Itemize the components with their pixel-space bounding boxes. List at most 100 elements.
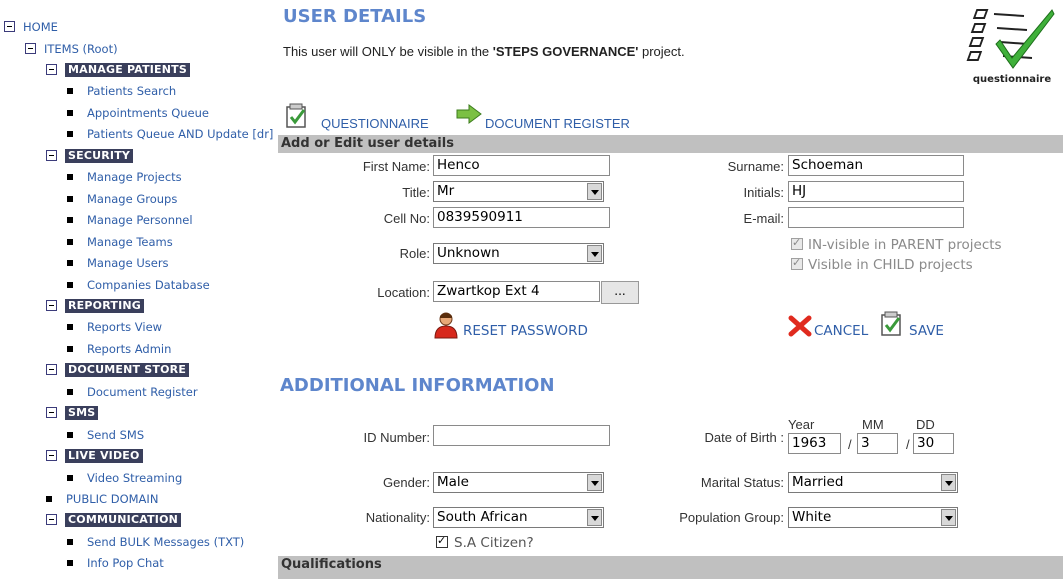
questionnaire-icon[interactable] xyxy=(285,103,309,129)
bullet-icon xyxy=(67,282,73,288)
sa-citizen-checkbox[interactable] xyxy=(436,534,448,548)
tree-group-title[interactable]: MANAGE PATIENTS xyxy=(65,63,191,77)
marital-status-select-value: Married xyxy=(792,474,844,490)
dob-year-input[interactable]: 1963 xyxy=(788,433,841,454)
day-label: DD xyxy=(916,417,935,432)
tree-item-label[interactable]: Reports Admin xyxy=(87,341,171,357)
tree-item-label[interactable]: Info Pop Chat xyxy=(87,555,164,571)
year-label: Year xyxy=(788,417,815,432)
population-group-select[interactable]: White xyxy=(788,507,958,528)
tree-item-label[interactable]: Manage Users xyxy=(87,255,169,271)
tree-item-label[interactable]: Patients Search xyxy=(87,83,176,99)
sa-citizen-label: S.A Citizen? xyxy=(454,535,534,551)
cancel-button[interactable]: CANCEL xyxy=(814,323,868,339)
save-icon[interactable] xyxy=(880,311,904,337)
tree-link-items-root[interactable]: ITEMS (Root) xyxy=(44,41,118,57)
collapse-icon[interactable] xyxy=(25,43,36,54)
month-label: MM xyxy=(862,417,884,432)
bullet-icon xyxy=(67,174,73,180)
tree-item-label[interactable]: Manage Personnel xyxy=(87,212,193,228)
tree-item-label[interactable]: Manage Groups xyxy=(87,191,177,207)
title-label: Title: xyxy=(402,185,430,200)
cell-no-input[interactable]: 0839590911 xyxy=(433,207,610,228)
tree-item-label[interactable]: Document Register xyxy=(87,384,198,400)
tree-item-label[interactable]: Companies Database xyxy=(87,277,210,293)
tree-group-title[interactable]: REPORTING xyxy=(65,299,145,313)
dob-separator: / xyxy=(848,437,852,452)
user-reset-icon[interactable] xyxy=(433,311,459,339)
email-label: E-mail: xyxy=(743,211,784,226)
chevron-down-icon[interactable] xyxy=(941,474,956,491)
collapse-icon[interactable] xyxy=(46,407,57,418)
tree-item-label[interactable]: PUBLIC DOMAIN xyxy=(66,491,158,507)
bullet-icon xyxy=(67,432,73,438)
bullet-icon xyxy=(67,346,73,352)
user-details-section-header: Add or Edit user details xyxy=(278,135,1063,153)
chevron-down-icon[interactable] xyxy=(941,509,956,526)
initials-input[interactable]: HJ xyxy=(788,181,964,202)
tree-item-label[interactable]: Video Streaming xyxy=(87,470,182,486)
tree-group-title[interactable]: COMMUNICATION xyxy=(65,513,182,527)
gender-select[interactable]: Male xyxy=(433,472,604,493)
visible-in-child-checkbox[interactable] xyxy=(791,256,803,270)
tree-item-label[interactable]: Send BULK Messages (TXT) xyxy=(87,534,244,550)
id-number-input[interactable] xyxy=(433,425,610,446)
tree-item-label[interactable]: Manage Projects xyxy=(87,169,182,185)
bullet-icon xyxy=(46,496,52,502)
population-group-select-value: White xyxy=(792,509,832,525)
marital-status-select[interactable]: Married xyxy=(788,472,958,493)
collapse-icon[interactable] xyxy=(46,150,57,161)
chevron-down-icon[interactable] xyxy=(587,183,602,200)
tree-item-label[interactable]: Patients Queue AND Update [dr] xyxy=(87,126,273,142)
tree-link-home[interactable]: HOME xyxy=(23,19,58,35)
email-input[interactable] xyxy=(788,207,964,228)
dob-day-input[interactable]: 30 xyxy=(913,433,954,454)
chevron-down-icon[interactable] xyxy=(587,509,602,526)
bullet-icon xyxy=(67,260,73,266)
first-name-input[interactable]: Henco xyxy=(433,155,610,176)
surname-input[interactable]: Schoeman xyxy=(788,155,964,176)
chevron-down-icon[interactable] xyxy=(587,245,602,262)
cancel-x-icon[interactable] xyxy=(788,315,812,337)
initials-label: Initials: xyxy=(743,185,784,200)
bullet-icon xyxy=(67,217,73,223)
title-select[interactable]: Mr xyxy=(433,181,604,202)
tree-item-label[interactable]: Manage Teams xyxy=(87,234,173,250)
bullet-icon xyxy=(67,539,73,545)
role-select[interactable]: Unknown xyxy=(433,243,604,264)
location-input[interactable]: Zwartkop Ext 4 xyxy=(433,281,600,302)
collapse-icon[interactable] xyxy=(46,514,57,525)
tree-group-title[interactable]: DOCUMENT STORE xyxy=(65,363,190,377)
save-button[interactable]: SAVE xyxy=(909,323,944,339)
role-select-value: Unknown xyxy=(437,245,500,261)
nav-questionnaire-link[interactable]: QUESTIONNAIRE xyxy=(321,116,429,131)
marital-status-label: Marital Status: xyxy=(700,475,784,490)
date-of-birth-label: Date of Birth : xyxy=(704,430,784,445)
collapse-icon[interactable] xyxy=(4,21,15,32)
collapse-icon[interactable] xyxy=(46,64,57,75)
collapse-icon[interactable] xyxy=(46,450,57,461)
collapse-icon[interactable] xyxy=(46,364,57,375)
arrow-right-icon[interactable] xyxy=(455,103,483,125)
gender-select-value: Male xyxy=(437,474,469,490)
population-group-label: Population Group: xyxy=(679,510,784,525)
location-browse-button[interactable]: ... xyxy=(601,281,639,304)
tree-item-label[interactable]: Reports View xyxy=(87,319,162,335)
tree-item-label[interactable]: Appointments Queue xyxy=(87,105,209,121)
tree-item-label[interactable]: Send SMS xyxy=(87,427,144,443)
collapse-icon[interactable] xyxy=(46,300,57,311)
tree-group-title[interactable]: SMS xyxy=(65,406,99,420)
chevron-down-icon[interactable] xyxy=(587,474,602,491)
dob-month-input[interactable]: 3 xyxy=(857,433,898,454)
intro-project-name: 'STEPS GOVERNANCE' xyxy=(492,44,639,59)
nav-document-register-link[interactable]: DOCUMENT REGISTER xyxy=(485,116,630,131)
cell-no-label: Cell No: xyxy=(383,211,430,226)
additional-info-heading: ADDITIONAL INFORMATION xyxy=(280,375,555,396)
tree-group-title[interactable]: SECURITY xyxy=(65,149,134,163)
bullet-icon xyxy=(67,110,73,116)
reset-password-button[interactable]: RESET PASSWORD xyxy=(463,323,588,339)
invisible-in-parent-checkbox[interactable] xyxy=(791,236,803,250)
tree-group-title[interactable]: LIVE VIDEO xyxy=(65,449,143,463)
bullet-icon xyxy=(67,389,73,395)
nationality-select[interactable]: South African xyxy=(433,507,604,528)
